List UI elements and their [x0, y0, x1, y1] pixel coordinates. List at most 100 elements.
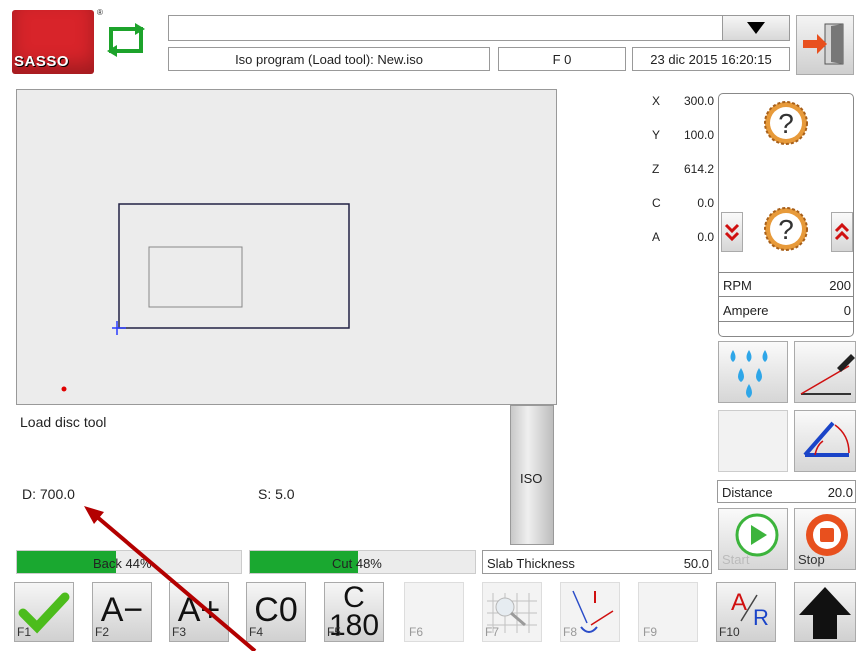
svg-text:?: ?	[778, 108, 794, 139]
f5-button[interactable]: C 180 F5	[324, 582, 384, 642]
laser-button[interactable]	[794, 341, 856, 403]
f10-button[interactable]: A R F10	[716, 582, 776, 642]
double-chevron-down-icon	[724, 223, 740, 242]
tool-panel: ? ? RPM 200 Ampere 0	[718, 93, 854, 337]
slab-thickness-value: 50.0	[683, 556, 709, 571]
program-status: Iso program (Load tool): New.iso	[168, 47, 490, 71]
stop-button[interactable]: Stop	[794, 508, 856, 570]
f3-label: F3	[172, 625, 187, 639]
f4-button[interactable]: C0 F4	[246, 582, 306, 642]
coord-z-value: 614.2	[683, 162, 714, 176]
combo-dropdown-button[interactable]	[722, 16, 789, 40]
f6-label: F6	[409, 625, 424, 639]
coord-y: Y 100.0	[652, 128, 714, 144]
distance-value: 20.0	[827, 485, 853, 500]
up-arrow-button[interactable]	[794, 582, 856, 642]
iso-button[interactable]: ISO	[510, 405, 554, 545]
exit-door-icon	[803, 23, 844, 65]
f1-button[interactable]: F1	[14, 582, 74, 642]
coord-y-axis: Y	[652, 128, 661, 142]
f7-button[interactable]: F7	[482, 582, 542, 642]
info-message: Load disc tool	[20, 414, 107, 430]
tool-position-dot	[61, 386, 67, 392]
svg-text:?: ?	[778, 214, 794, 245]
distance-row[interactable]: Distance 20.0	[717, 480, 856, 503]
sasso-logo: SASSO	[12, 10, 94, 74]
f8-button[interactable]: F8	[560, 582, 620, 642]
ampere-label: Ampere	[723, 303, 769, 318]
coord-z: Z 614.2	[652, 162, 714, 178]
coord-x-axis: X	[652, 94, 661, 108]
unknown-tool-icon[interactable]: ?	[763, 100, 809, 146]
f10-r: R	[753, 605, 769, 630]
d-value: 700.0	[39, 486, 75, 502]
distance-label: Distance	[722, 485, 773, 500]
feed-status: F 0	[498, 47, 626, 71]
f10-label: F10	[719, 625, 740, 639]
coord-c-value: 0.0	[697, 196, 714, 210]
toolpath-drawing	[61, 203, 350, 392]
coord-a: A 0.0	[652, 230, 714, 246]
slab-thickness-label: Slab Thickness	[487, 556, 575, 571]
double-chevron-up-icon	[834, 222, 850, 241]
blank-button[interactable]	[718, 410, 788, 472]
f4-label: F4	[249, 625, 264, 639]
coord-a-value: 0.0	[697, 230, 714, 244]
rpm-label: RPM	[723, 278, 752, 293]
start-label: Start	[722, 552, 750, 567]
cut-progress: Cut 48%	[249, 550, 476, 574]
f3-text: A+	[177, 591, 221, 629]
disc-thickness: S: 5.0	[258, 487, 295, 501]
back-progress-label: Back 44%	[93, 556, 152, 571]
cycle-icon	[107, 23, 145, 57]
f2-text: A−	[100, 591, 144, 629]
f4-text: C0	[254, 591, 298, 629]
refresh-cycle-button[interactable]	[105, 22, 149, 58]
ampere-row: Ampere 0	[719, 296, 853, 322]
laser-angle-icon	[800, 354, 855, 395]
coord-c-axis: C	[652, 196, 661, 210]
coord-y-value: 100.0	[683, 128, 714, 142]
water-drops-icon	[730, 350, 768, 398]
f3-button[interactable]: A+ F3	[169, 582, 229, 642]
angle-icon	[803, 421, 850, 457]
rpm-row: RPM 200	[719, 272, 853, 296]
exit-button[interactable]	[796, 15, 854, 75]
datetime-status: 23 dic 2015 16:20:15	[632, 47, 790, 71]
arrow-up-icon	[799, 587, 851, 639]
registered-mark: ®	[97, 8, 103, 17]
f5-label: F5	[327, 625, 342, 639]
cut-outline	[148, 246, 243, 308]
slab-thickness-field[interactable]: Slab Thickness 50.0	[482, 550, 712, 574]
f2-button[interactable]: A− F2	[92, 582, 152, 642]
d-label: D:	[22, 486, 36, 502]
f9-button[interactable]: F9	[638, 582, 698, 642]
water-button[interactable]	[718, 341, 788, 403]
rpm-value: 200	[829, 278, 851, 293]
toolpath-canvas[interactable]	[16, 89, 557, 405]
f8-label: F8	[563, 625, 578, 639]
back-progress: Back 44%	[16, 550, 242, 574]
f1-label: F1	[17, 625, 32, 639]
coord-a-axis: A	[652, 230, 661, 244]
s-label: S:	[258, 486, 272, 502]
unknown-disc-icon[interactable]: ?	[763, 206, 809, 252]
start-button[interactable]: Start	[718, 508, 788, 570]
coord-x-value: 300.0	[683, 94, 714, 108]
iso-label: ISO	[520, 471, 543, 486]
ampere-value: 0	[843, 303, 851, 318]
f6-button[interactable]: F6	[404, 582, 464, 642]
s-value: 5.0	[275, 486, 295, 502]
tool-up-button[interactable]	[831, 212, 853, 252]
program-combo[interactable]	[168, 15, 790, 41]
chevron-down-icon	[747, 22, 765, 34]
slab-outline	[118, 203, 350, 329]
f9-label: F9	[643, 625, 658, 639]
tool-down-button[interactable]	[721, 212, 743, 252]
cut-progress-label: Cut 48%	[332, 556, 382, 571]
disc-diameter: D: 700.0	[22, 487, 75, 501]
logo-text: SASSO	[14, 53, 70, 70]
annotation-arrow-head	[84, 506, 104, 524]
angle-button[interactable]	[794, 410, 856, 472]
stop-label: Stop	[798, 552, 825, 567]
